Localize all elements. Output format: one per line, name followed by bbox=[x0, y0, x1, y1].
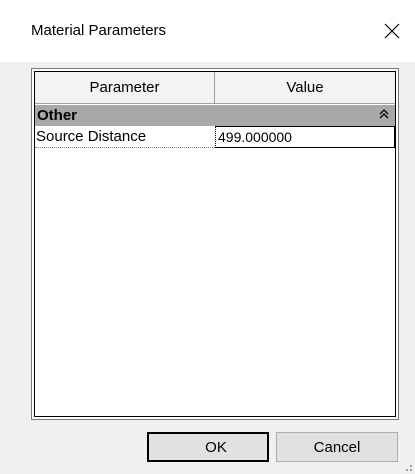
title-bar: Material Parameters bbox=[0, 0, 415, 62]
cancel-button-label: Cancel bbox=[313, 438, 361, 456]
property-grid-body: Parameter Value Other Source Distance 49… bbox=[34, 71, 396, 417]
collapse-up-icon[interactable] bbox=[377, 107, 391, 123]
column-header-value[interactable]: Value bbox=[215, 72, 395, 103]
property-value-input[interactable]: 499.000000 bbox=[215, 126, 395, 148]
column-header-parameter[interactable]: Parameter bbox=[35, 72, 215, 103]
property-row: Source Distance 499.000000 bbox=[35, 126, 395, 148]
resize-grip-icon[interactable] bbox=[403, 462, 413, 472]
window-title: Material Parameters bbox=[31, 22, 167, 39]
property-grid: Parameter Value Other Source Distance 49… bbox=[31, 68, 399, 420]
cancel-button[interactable]: Cancel bbox=[276, 432, 398, 462]
ok-button-label: OK bbox=[205, 438, 227, 456]
property-name[interactable]: Source Distance bbox=[35, 126, 215, 148]
category-row-other[interactable]: Other bbox=[35, 105, 395, 126]
grid-header: Parameter Value bbox=[35, 72, 395, 104]
ok-button[interactable]: OK bbox=[147, 432, 269, 462]
category-label: Other bbox=[37, 107, 78, 124]
close-button[interactable] bbox=[369, 0, 415, 62]
close-icon bbox=[384, 23, 400, 39]
